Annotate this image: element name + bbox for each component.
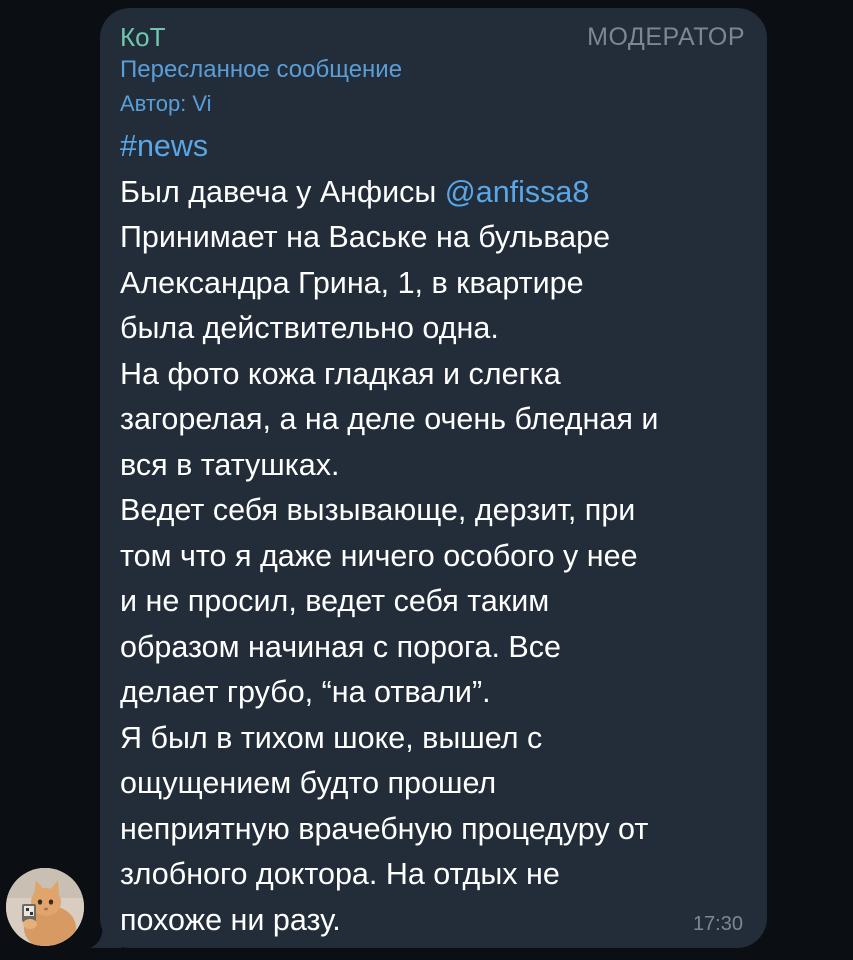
- forwarded-author[interactable]: Автор: Vi: [120, 90, 212, 118]
- message-line: Принимает на Ваське на бульваре: [120, 220, 611, 254]
- message-line: том что я даже ничего особого у нее: [120, 538, 638, 573]
- forwarded-label[interactable]: Пересланное сообщение: [120, 56, 402, 84]
- message-line: Был давеча у Анфисы @anfissa8: [120, 170, 750, 216]
- message-line: ощущением будто прошел: [120, 766, 497, 800]
- chat-screen: КоТ МОДЕРАТОР Пересланное сообщение Авто…: [0, 0, 853, 960]
- sender-role-badge: МОДЕРАТОР: [587, 23, 745, 51]
- mention-link[interactable]: @anfissa8: [445, 175, 590, 209]
- message-line: Александра Грина, 1, в квартире: [120, 265, 584, 300]
- message-line: #news: [120, 124, 750, 170]
- hashtag-link[interactable]: #news: [120, 129, 208, 163]
- message-line: злобного доктора. На отдых не: [120, 857, 560, 891]
- message-line: похоже ни разу.: [120, 902, 341, 937]
- message-bubble[interactable]: КоТ МОДЕРАТОР Пересланное сообщение Авто…: [100, 8, 767, 948]
- cat-avatar-icon: [6, 868, 84, 946]
- message-line: Ведет себя вызывающе, дерзит, при: [120, 493, 636, 527]
- message-time: 17:30: [692, 913, 743, 935]
- message-line: образом начиная с порога. Все: [120, 629, 561, 664]
- sender-avatar[interactable]: [6, 868, 84, 946]
- message-line: загорелая, а на деле очень бледная и: [120, 402, 659, 436]
- message-line: и не просил, ведет себя таким: [120, 584, 550, 618]
- message-line: Я был в тихом шоке, вышел с: [120, 720, 543, 755]
- message-line-text: Был давеча у Анфисы: [120, 174, 445, 209]
- message-text: #news Был давеча у Анфисы @anfissa8 Прин…: [120, 124, 750, 943]
- message-line: делает грубо, “на отвали”.: [120, 675, 491, 709]
- sender-name[interactable]: КоТ: [120, 22, 166, 52]
- message-line: На фото кожа гладкая и слегка: [120, 356, 561, 391]
- message-line: была действительно одна.: [120, 311, 499, 345]
- message-line: вся в татушках.: [120, 447, 340, 482]
- message-line: неприятную врачебную процедуру от: [120, 811, 649, 846]
